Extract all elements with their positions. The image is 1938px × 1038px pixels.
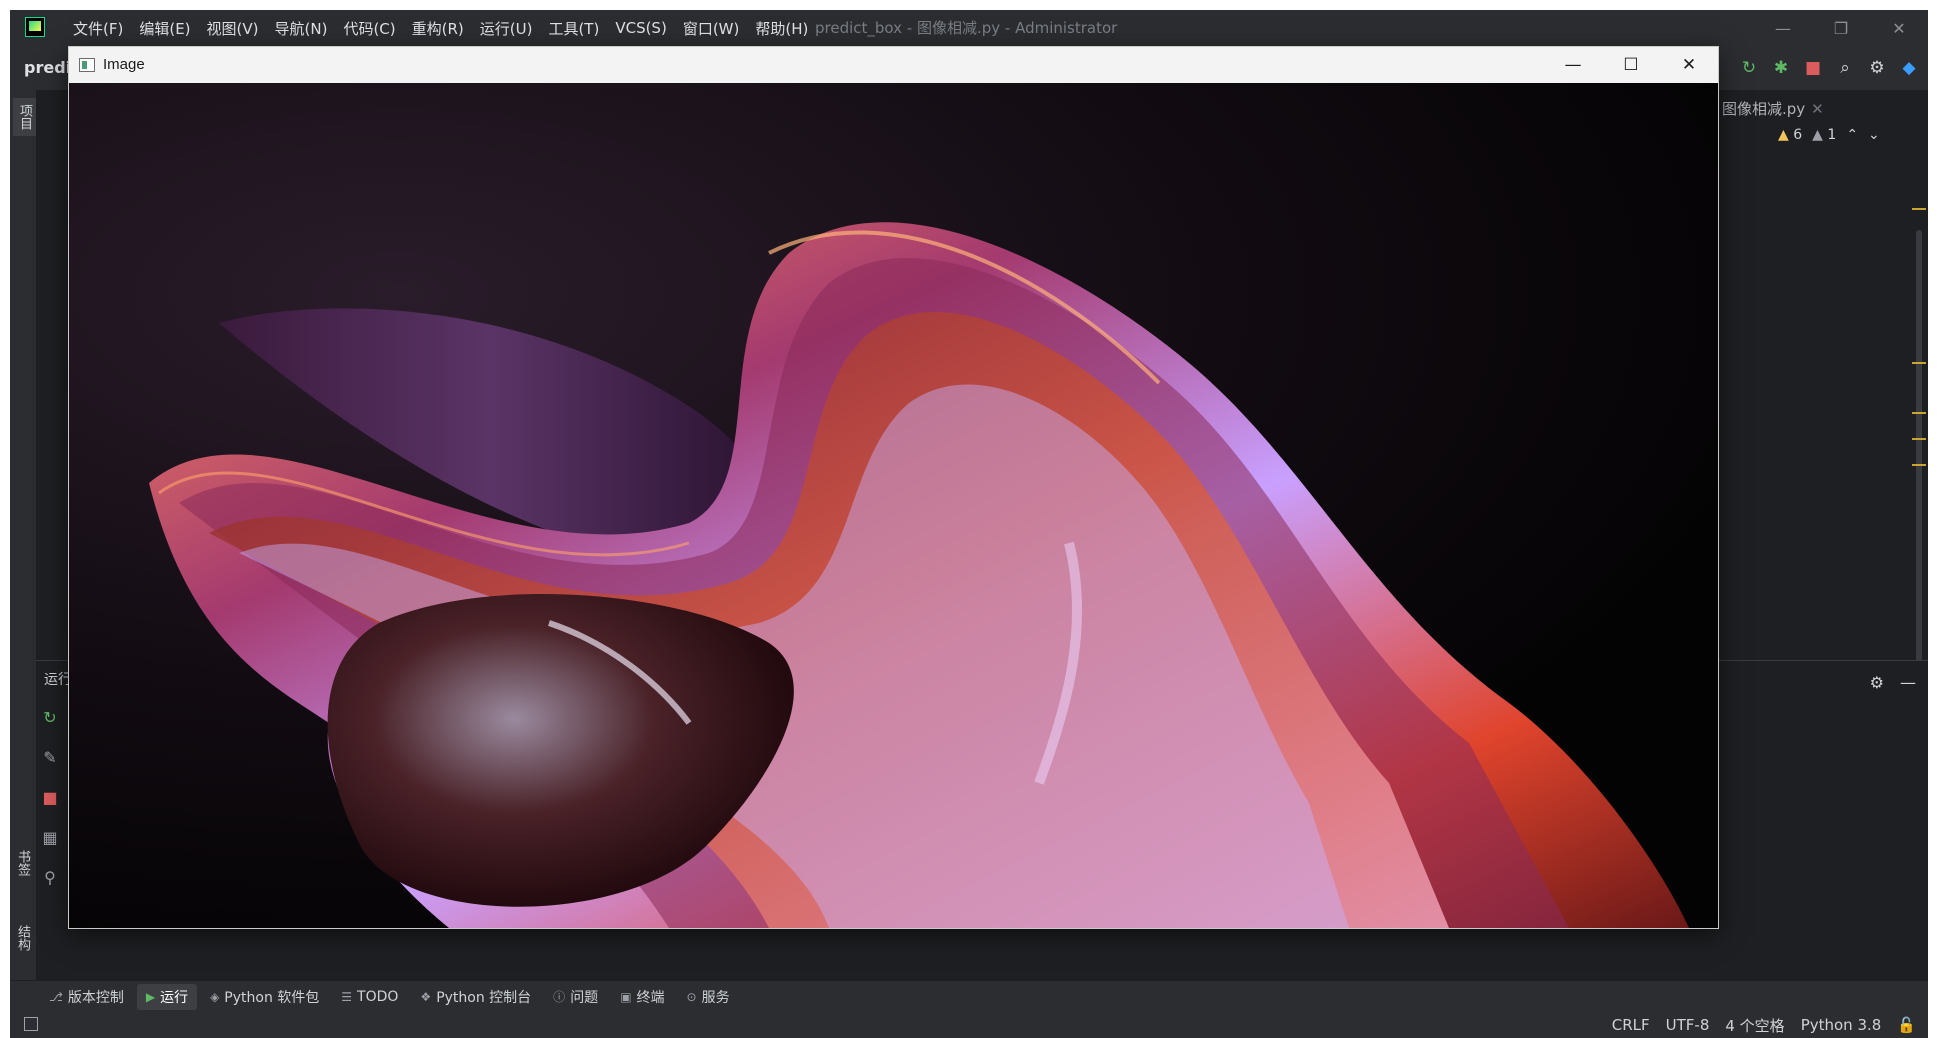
toggle-tool-windows-icon[interactable] [24,1017,38,1031]
wrench-icon[interactable]: ✎ [36,737,64,777]
gear-icon[interactable]: ⚙ [1870,673,1884,692]
menu-bar: 文件(F) 编辑(E) 视图(V) 导航(N) 代码(C) 重构(R) 运行(U… [65,10,816,46]
run-panel-options: ⚙ — [1870,673,1916,692]
rerun-icon[interactable]: ↻ [1738,57,1760,79]
menu-refactor[interactable]: 重构(R) [404,18,472,39]
search-icon[interactable]: ⌕ [1834,57,1856,79]
alert-icon: ⓘ [553,990,566,1004]
ide-window-controls: — ❐ ✕ [1754,10,1928,46]
warning-marker[interactable] [1912,208,1926,210]
layers-icon: ◈ [210,989,220,1004]
status-bar: CRLF UTF-8 4 个空格 Python 3.8 🔓 [10,1012,1928,1038]
menu-file[interactable]: 文件(F) [65,18,131,39]
stop-icon[interactable]: ■ [36,777,64,817]
menu-help[interactable]: 帮助(H) [747,18,816,39]
play-circle-icon: ⊙ [686,989,697,1004]
menu-run[interactable]: 运行(U) [472,18,541,39]
bottom-tool-tabs: ⎇ 版本控制 ▶ 运行 ◈ Python 软件包 ☰ TODO ❖ Python 控制台 … [10,980,1928,1012]
pycharm-logo-icon[interactable] [25,17,45,37]
menu-code[interactable]: 代码(C) [335,18,403,39]
stop-icon[interactable]: ■ [1802,57,1824,79]
tool-tab-todo[interactable]: ☰ TODO [332,984,407,1010]
layout-icon[interactable]: ▦ [36,817,64,857]
tool-tab-project[interactable]: 项目 [13,98,36,136]
status-indent[interactable]: 4 个空格 [1725,1015,1784,1036]
image-window-controls: — ☐ ✕ [1544,47,1718,83]
editor-scrollbar[interactable] [1916,230,1922,710]
menu-vcs[interactable]: VCS(S) [607,19,674,37]
toolbar-actions: ↻ ✱ ■ ⌕ ⚙ ◆ [1738,46,1920,90]
tool-tab-run[interactable]: ▶ 运行 [136,983,198,1010]
ide-window-title: predict_box - 图像相减.py - Administrator [815,19,1118,37]
menu-view[interactable]: 视图(V) [199,18,267,39]
restore-icon[interactable]: ❐ [1812,10,1870,46]
hide-panel-icon[interactable]: — [1900,673,1916,692]
minimize-icon[interactable]: — [1754,10,1812,46]
git-branch-icon: ⎇ [49,989,63,1004]
warning-marker[interactable] [1912,362,1926,364]
warning-marker[interactable] [1912,464,1926,466]
tool-tab-terminal[interactable]: ▣ 终端 [611,984,673,1010]
pin-icon[interactable]: ⚲ [36,857,64,897]
ide-titlebar: 文件(F) 编辑(E) 视图(V) 导航(N) 代码(C) 重构(R) 运行(U… [10,10,1928,46]
run-panel-toolbar: ↻ ✎ ■ ▦ ⚲ [36,697,64,897]
abstract-wave-artwork [149,222,1689,928]
rerun-icon[interactable]: ↻ [36,697,64,737]
minimize-icon[interactable]: — [1544,47,1602,83]
tool-tab-problems[interactable]: ⓘ 问题 [544,984,607,1010]
left-tool-strip: 项目 书签 结构 [10,90,37,980]
close-icon[interactable]: ✕ [1660,47,1718,83]
tool-tab-services[interactable]: ⊙ 服务 [678,984,739,1010]
gear-icon[interactable]: ⚙ [1866,57,1888,79]
terminal-icon: ▣ [620,989,632,1004]
image-window-titlebar[interactable]: Image — ☐ ✕ [69,47,1718,83]
tool-tab-structure[interactable]: 结构 [13,925,32,951]
debug-icon[interactable]: ✱ [1770,57,1792,79]
editor-tab-active[interactable]: 图像相减.py ✕ [1722,98,1824,120]
menu-tools[interactable]: 工具(T) [540,18,607,39]
weak-warning-count: ▲ 1 [1812,127,1837,143]
image-window-icon [79,58,95,72]
menu-edit[interactable]: 编辑(E) [131,18,198,39]
ide-update-icon[interactable]: ◆ [1898,57,1920,79]
warning-count: ▲ 6 [1778,127,1803,143]
status-line-separator[interactable]: CRLF [1612,1016,1650,1034]
editor-tab-label: 图像相减.py [1722,100,1806,118]
run-icon: ▶ [145,989,156,1004]
menu-window[interactable]: 窗口(W) [675,18,748,39]
warning-icon: ▲ [1778,127,1789,143]
chevron-down-icon[interactable]: ⌄ [1868,127,1880,143]
weak-warning-icon: ▲ [1812,127,1823,143]
close-tab-icon[interactable]: ✕ [1811,100,1824,118]
chevron-up-icon[interactable]: ⌃ [1846,127,1858,143]
warning-marker[interactable] [1912,412,1926,414]
lock-icon[interactable]: 🔓 [1897,1016,1916,1034]
tool-tab-python-console[interactable]: ❖ Python 控制台 [411,984,540,1010]
close-icon[interactable]: ✕ [1870,10,1928,46]
status-encoding[interactable]: UTF-8 [1666,1016,1710,1034]
image-canvas [69,83,1718,928]
maximize-icon[interactable]: ☐ [1602,47,1660,83]
status-interpreter[interactable]: Python 3.8 [1801,1016,1882,1034]
menu-navigate[interactable]: 导航(N) [267,18,336,39]
warning-marker[interactable] [1912,438,1926,440]
python-icon: ❖ [420,989,432,1004]
tool-tab-bookmarks[interactable]: 书签 [13,850,32,876]
tool-tab-python-packages[interactable]: ◈ Python 软件包 [201,984,328,1010]
inspection-widget[interactable]: ▲ 6 ▲ 1 ⌃ ⌄ [1778,127,1880,143]
image-window-title: Image [103,56,145,73]
image-window: Image — ☐ ✕ [68,46,1719,929]
list-icon: ☰ [341,989,353,1004]
tool-tab-vcs[interactable]: ⎇ 版本控制 [40,984,133,1010]
